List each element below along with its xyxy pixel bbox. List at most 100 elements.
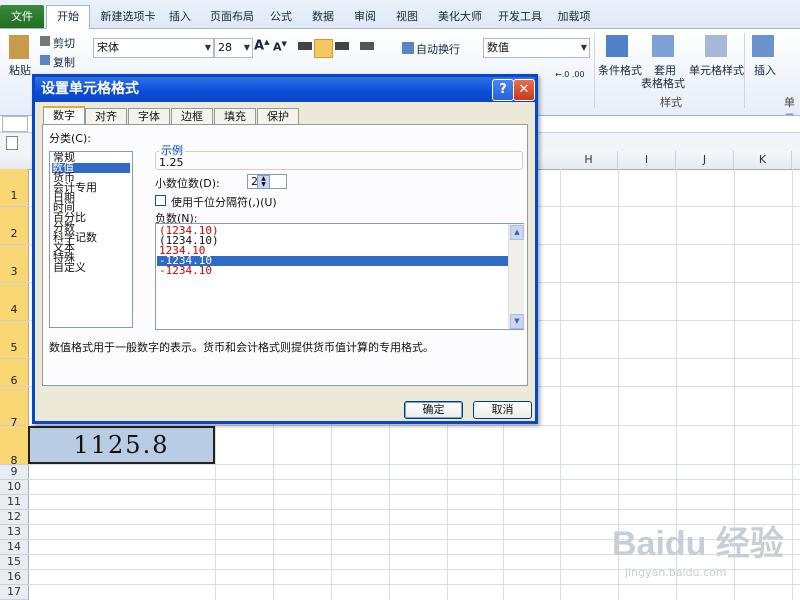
category-label: 分类(C):: [49, 132, 91, 145]
shrink-font-icon[interactable]: A▼: [273, 40, 287, 54]
gridline: [28, 509, 800, 510]
row-header-15[interactable]: 15: [0, 555, 28, 570]
tab-data[interactable]: 数据: [310, 6, 336, 28]
column-header-h[interactable]: H: [560, 151, 618, 169]
format-description: 数值格式用于一般数字的表示。货币和会计格式则提供货币值计算的专用格式。: [49, 341, 434, 354]
document-icon: [6, 136, 18, 150]
copy-button[interactable]: 复制: [53, 54, 75, 70]
row-header-4[interactable]: 4: [0, 283, 28, 321]
row-header-11[interactable]: 11: [0, 495, 28, 510]
wrap-text-button[interactable]: 自动换行: [416, 41, 460, 57]
cell-style-icon[interactable]: [705, 35, 727, 57]
decimal-increase-icon[interactable]: ←.0 .00: [555, 70, 585, 79]
cancel-button[interactable]: 取消: [473, 401, 532, 419]
cut-button[interactable]: 剪切: [53, 35, 75, 51]
negative-list-scrollbar[interactable]: ▲ ▼: [508, 224, 524, 329]
tab-fill[interactable]: 填充: [214, 108, 256, 125]
help-button[interactable]: ?: [492, 79, 514, 101]
cut-icon[interactable]: [40, 36, 50, 46]
chevron-down-icon: ▼: [580, 43, 587, 52]
table-format-icon[interactable]: [652, 35, 674, 57]
row-header-1[interactable]: 1: [0, 169, 28, 207]
column-header-k[interactable]: K: [734, 151, 792, 169]
divider: [594, 33, 595, 108]
chevron-down-icon: ▼: [204, 43, 211, 52]
grow-font-icon[interactable]: A▲: [254, 38, 269, 53]
font-size-select[interactable]: 28 ▼: [214, 38, 253, 58]
wrap-text-icon[interactable]: [402, 42, 414, 54]
tab-formulas[interactable]: 公式: [268, 6, 294, 28]
gridline: [28, 464, 800, 465]
tab-insert[interactable]: 插入: [165, 6, 195, 28]
cell-style-button[interactable]: 单元格样式: [689, 62, 744, 78]
insert-cells-icon[interactable]: [752, 35, 774, 57]
tab-addins[interactable]: 加载项: [556, 6, 592, 28]
gridline: [28, 494, 800, 495]
tab-alignment[interactable]: 对齐: [85, 108, 127, 125]
row-header-16[interactable]: 16: [0, 570, 28, 585]
tab-border[interactable]: 边框: [171, 108, 213, 125]
number-format-value: 数值: [487, 41, 509, 54]
sample-value: 1.25: [159, 156, 184, 169]
negative-numbers-list[interactable]: (1234.10) (1234.10) 1234.10 -1234.10 -12…: [155, 223, 524, 330]
gridline: [792, 169, 793, 600]
conditional-format-button[interactable]: 条件格式: [598, 62, 642, 78]
tab-review[interactable]: 审阅: [352, 6, 378, 28]
tab-beautify[interactable]: 美化大师: [436, 6, 484, 28]
cell-a8[interactable]: 1125.8: [28, 426, 215, 464]
align-top-icon[interactable]: [298, 42, 312, 50]
ok-button[interactable]: 确定: [404, 401, 463, 419]
tab-file[interactable]: 文件: [0, 5, 44, 28]
thousand-separator-label: 使用千位分隔符(,)(U): [171, 196, 277, 209]
decimal-places-label: 小数位数(D):: [155, 177, 220, 190]
align-middle-icon[interactable]: [314, 39, 333, 58]
tab-developer[interactable]: 开发工具: [496, 6, 544, 28]
gridline: [560, 169, 561, 600]
category-list[interactable]: 常规 数值 货币 会计专用 日期 时间 百分比 分数 科学记数 文本 特殊 自定…: [49, 151, 133, 328]
row-header-14[interactable]: 14: [0, 540, 28, 555]
thousand-separator-checkbox[interactable]: [155, 195, 166, 206]
row-header-17[interactable]: 17: [0, 585, 28, 600]
row-header-7[interactable]: 7: [0, 387, 28, 429]
row-header-3[interactable]: 3: [0, 245, 28, 283]
tab-new[interactable]: 新建选项卡: [98, 6, 158, 28]
insert-cells-button[interactable]: 插入: [754, 62, 776, 78]
paste-icon[interactable]: [9, 35, 29, 59]
row-header-9[interactable]: 9: [0, 465, 28, 480]
scroll-down-icon[interactable]: ▼: [510, 314, 524, 329]
row-header-8[interactable]: 8: [0, 426, 28, 467]
tab-view[interactable]: 视图: [394, 6, 420, 28]
tab-home[interactable]: 开始: [46, 5, 90, 30]
align-bottom-icon[interactable]: [335, 42, 349, 50]
row-header-2[interactable]: 2: [0, 207, 28, 245]
tab-font[interactable]: 字体: [128, 108, 170, 125]
close-button[interactable]: ✕: [513, 79, 535, 101]
dialog-title[interactable]: 设置单元格格式: [35, 77, 535, 102]
copy-icon[interactable]: [40, 55, 50, 65]
gridline: [28, 584, 800, 585]
tab-protection[interactable]: 保护: [257, 108, 299, 125]
name-box[interactable]: [2, 116, 28, 132]
row-header-6[interactable]: 6: [0, 359, 28, 387]
sample-group: [155, 151, 523, 170]
format-cells-dialog: 设置单元格格式 ? ✕ 数字 对齐 字体 边框 填充 保护 分类(C): 常规 …: [32, 74, 538, 424]
table-format-label-2[interactable]: 表格格式: [641, 75, 685, 91]
column-header-j[interactable]: J: [676, 151, 734, 169]
font-size-value: 28: [218, 41, 232, 54]
negative-option-5[interactable]: -1234.10: [159, 265, 212, 276]
category-custom[interactable]: 自定义: [53, 262, 86, 273]
conditional-format-icon[interactable]: [606, 35, 628, 57]
orientation-icon[interactable]: [360, 42, 374, 50]
font-name-select[interactable]: 宋体 ▼: [93, 38, 214, 58]
scroll-up-icon[interactable]: ▲: [510, 225, 524, 240]
row-header-5[interactable]: 5: [0, 321, 28, 359]
decimal-places-stepper[interactable]: ▲ ▼: [257, 175, 270, 189]
row-header-12[interactable]: 12: [0, 510, 28, 525]
row-header-10[interactable]: 10: [0, 480, 28, 495]
paste-button[interactable]: 粘贴: [9, 62, 31, 78]
column-header-i[interactable]: I: [618, 151, 676, 169]
number-format-select[interactable]: 数值 ▼: [483, 38, 590, 58]
tab-page-layout[interactable]: 页面布局: [207, 6, 257, 28]
row-header-13[interactable]: 13: [0, 525, 28, 540]
styles-group-label: 样式: [660, 96, 682, 109]
